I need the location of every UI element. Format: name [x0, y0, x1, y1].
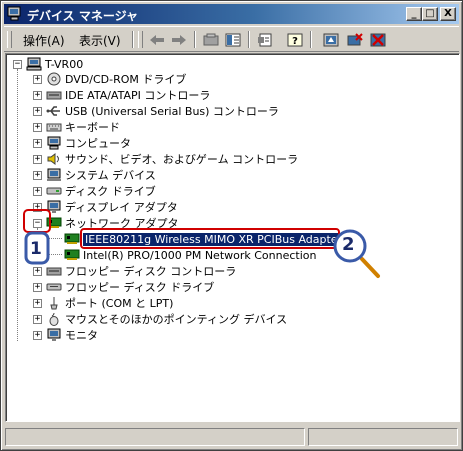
- toolbar-separator: [310, 31, 312, 48]
- toolbar-grip[interactable]: [138, 31, 143, 48]
- status-panel-main: [5, 428, 305, 446]
- window-title: デバイス マネージャ: [27, 9, 138, 23]
- device-manager-window: デバイス マネージャ _ □ X 操作(A) 表示(V) ? − T-VR00 …: [0, 0, 463, 451]
- status-bar: [5, 428, 460, 447]
- scan-icon[interactable]: [200, 30, 222, 49]
- update-driver-icon[interactable]: [320, 30, 342, 49]
- title-bar[interactable]: デバイス マネージャ _ □ X: [4, 4, 459, 24]
- menu-view[interactable]: 表示(V): [79, 32, 121, 49]
- step1-highlight-box: [23, 209, 51, 233]
- help-icon[interactable]: ?: [284, 30, 306, 49]
- step1-number: 1: [30, 239, 42, 259]
- toolbar-separator: [132, 31, 134, 48]
- annotation-overlay: [23, 209, 380, 278]
- menu-action[interactable]: 操作(A): [23, 32, 65, 49]
- device-tree-pane[interactable]: − T-VR00 + DVD/CD-ROM ドライブ + IDE ATA/ATA…: [5, 53, 460, 422]
- close-button[interactable]: X: [440, 7, 456, 21]
- minimize-button[interactable]: _: [406, 7, 422, 21]
- step2-highlight-box: [80, 228, 340, 249]
- view-toggle-icon[interactable]: [222, 30, 244, 49]
- maximize-button[interactable]: □: [422, 7, 438, 21]
- svg-text:?: ?: [292, 36, 298, 47]
- toolbar-separator: [194, 31, 196, 48]
- menu-grip[interactable]: [7, 31, 12, 48]
- menu-toolbar: 操作(A) 表示(V) ?: [4, 26, 459, 52]
- back-icon[interactable]: [146, 30, 168, 49]
- step2-number: 2: [342, 234, 355, 255]
- toolbar-separator: [248, 31, 250, 48]
- status-panel-secondary: [308, 428, 458, 446]
- uninstall-icon[interactable]: [344, 30, 366, 49]
- magnifier-handle: [360, 257, 380, 278]
- disable-icon[interactable]: [367, 30, 389, 49]
- properties-icon[interactable]: [254, 30, 276, 49]
- device-manager-icon: [7, 6, 21, 21]
- forward-icon[interactable]: [168, 30, 190, 49]
